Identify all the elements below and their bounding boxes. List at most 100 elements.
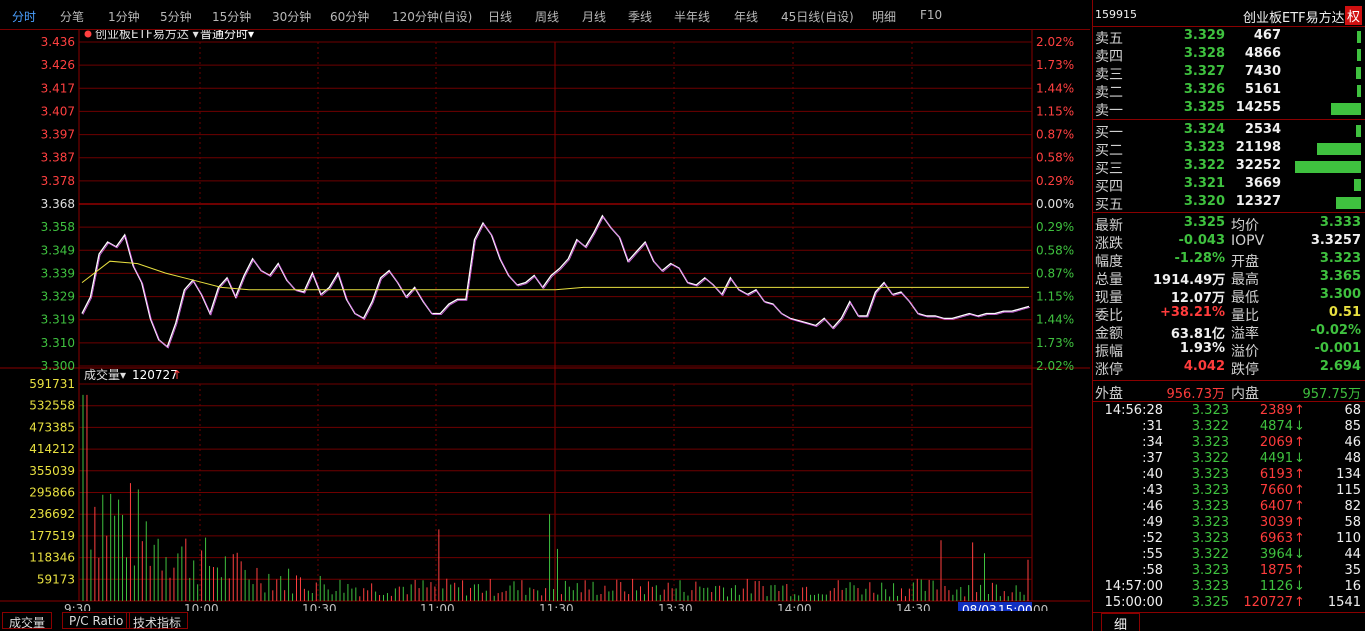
tick-direction: ↑ [1294,403,1305,418]
tab-1[interactable]: 分笔 [60,8,84,25]
tab-5[interactable]: 30分钟 [272,8,311,25]
book-price-bid2: 3.322 [1183,158,1225,173]
tick-volume: 6193 [1259,467,1293,482]
pct-tick-label: 1.15% [1036,290,1074,304]
book-vol-ask0: 467 [1253,28,1281,43]
tick-volume: 3039 [1259,515,1293,530]
tick-price: 3.323 [1191,515,1229,530]
time-tick-end: 00 [1033,603,1048,611]
price-tick-label: 3.339 [41,266,75,280]
tick-price: 3.323 [1191,467,1229,482]
tab-13[interactable]: 年线 [734,8,758,25]
tick-volume: 1875 [1259,563,1293,578]
tick-count: 110 [1336,531,1361,546]
intraday-chart[interactable]: 3.436 2.02% 3.426 1.73% 3.417 1.44% 3.407 1.15%… [0,30,1090,611]
stat-label-2: 均价 [1231,218,1259,234]
tick-volume: 1126 [1259,579,1293,594]
book-vol-bid0: 2534 [1244,122,1281,137]
panel-separator [1093,380,1365,381]
tick-count: 134 [1336,467,1361,482]
book-label-ask1: 卖四 [1095,49,1123,65]
indicator-tab-1[interactable]: P/C Ratio [62,612,131,629]
stat-value: 1914.49万 [1153,273,1226,288]
tick-count: 58 [1344,515,1361,530]
stat-value: 4.042 [1183,359,1225,374]
outer-value: 956.73万 [1166,387,1226,402]
tick-count: 44 [1344,547,1361,562]
tab-14[interactable]: 45日线(自设) [781,8,854,25]
book-vol-bid3: 3669 [1244,176,1281,191]
tab-9[interactable]: 周线 [535,8,559,25]
time-tick-label: 11:30 [539,602,574,611]
tab-7[interactable]: 120分钟(自设) [392,8,472,25]
tab-0[interactable]: 分时 [12,8,36,25]
price-tick-label: 3.417 [41,81,75,95]
time-tick-label: 10:00 [184,602,219,611]
tab-6[interactable]: 60分钟 [330,8,369,25]
tick-direction: ↑ [1294,515,1305,530]
stat-value: 12.07万 [1170,291,1225,306]
book-depth-bar [1357,49,1361,61]
tab-15[interactable]: 明细 [872,8,896,25]
time-tick-label: 14:30 [896,602,931,611]
tab-12[interactable]: 半年线 [674,8,710,25]
tick-direction: ↓ [1294,419,1305,434]
tick-direction: ↓ [1294,547,1305,562]
cursor-date: 08/03 [962,603,997,611]
stat-label-2: 跌停 [1231,362,1259,378]
book-label-bid1: 买二 [1095,143,1123,159]
pct-tick-label: 2.02% [1036,359,1074,373]
book-label-bid0: 买一 [1095,125,1123,141]
panel-separator [1093,401,1365,402]
book-label-ask0: 卖五 [1095,31,1123,47]
vol-tick-label: 59173 [37,572,75,586]
book-depth-bar [1295,161,1361,173]
price-line-shadow [82,216,1031,349]
book-vol-ask1: 4866 [1244,46,1281,61]
price-tick-label: 3.368 [41,197,75,211]
tick-price: 3.322 [1191,419,1229,434]
tick-time: 15:00:00 [1104,595,1163,610]
chart-mode: 普通分时▾ [200,30,254,41]
tab-8[interactable]: 日线 [488,8,512,25]
time-tick-label: 14:00 [777,602,812,611]
tick-direction: ↑ [1294,531,1305,546]
pct-tick-label: 1.44% [1036,313,1074,327]
vol-tick-label: 295866 [29,486,75,500]
stat-value: 63.81亿 [1170,327,1225,342]
stat-label-2: 量比 [1231,308,1259,324]
tab-3[interactable]: 5分钟 [160,8,192,25]
tab-10[interactable]: 月线 [582,8,606,25]
indicator-tab-2[interactable]: 技术指标 [126,612,189,630]
tick-direction: ↑ [1294,483,1305,498]
tick-price: 3.323 [1191,579,1229,594]
price-tick-label: 3.310 [41,336,75,350]
stat-label-2: 溢率 [1231,326,1259,342]
stat-label-2: 溢价 [1231,344,1259,360]
tick-count: 82 [1344,499,1361,514]
tick-price: 3.325 [1191,595,1229,610]
vol-tick-label: 414212 [29,442,75,456]
tab-4[interactable]: 15分钟 [212,8,251,25]
quote-panel: 159915 创业板ETF易方达权卖五 3.329 467 卖四 3.328 4866 卖三 3… [1092,0,1365,631]
pct-tick-label: 2.02% [1036,35,1074,49]
tick-volume: 4491 [1259,451,1293,466]
tick-volume: 2389 [1259,403,1293,418]
tick-price: 3.323 [1191,483,1229,498]
stat-value-2: 0.51 [1328,305,1361,320]
panel-separator [1093,26,1365,27]
detail-tab[interactable]: 细 [1101,613,1141,631]
book-price-bid4: 3.320 [1183,194,1225,209]
tick-volume: 120727 [1243,595,1293,610]
tab-2[interactable]: 1分钟 [108,8,140,25]
inner-value: 957.75万 [1302,387,1362,402]
time-tick-label: 13:30 [658,602,693,611]
indicator-tab-0[interactable]: 成交量 [2,612,53,630]
tab-11[interactable]: 季线 [628,8,652,25]
stat-label-2: IOPV [1231,233,1265,249]
tab-16[interactable]: F10 [920,8,942,22]
time-tick-label: 10:30 [302,602,337,611]
book-depth-bar [1355,125,1361,137]
tick-price: 3.323 [1191,435,1229,450]
book-price-ask3: 3.326 [1183,82,1225,97]
